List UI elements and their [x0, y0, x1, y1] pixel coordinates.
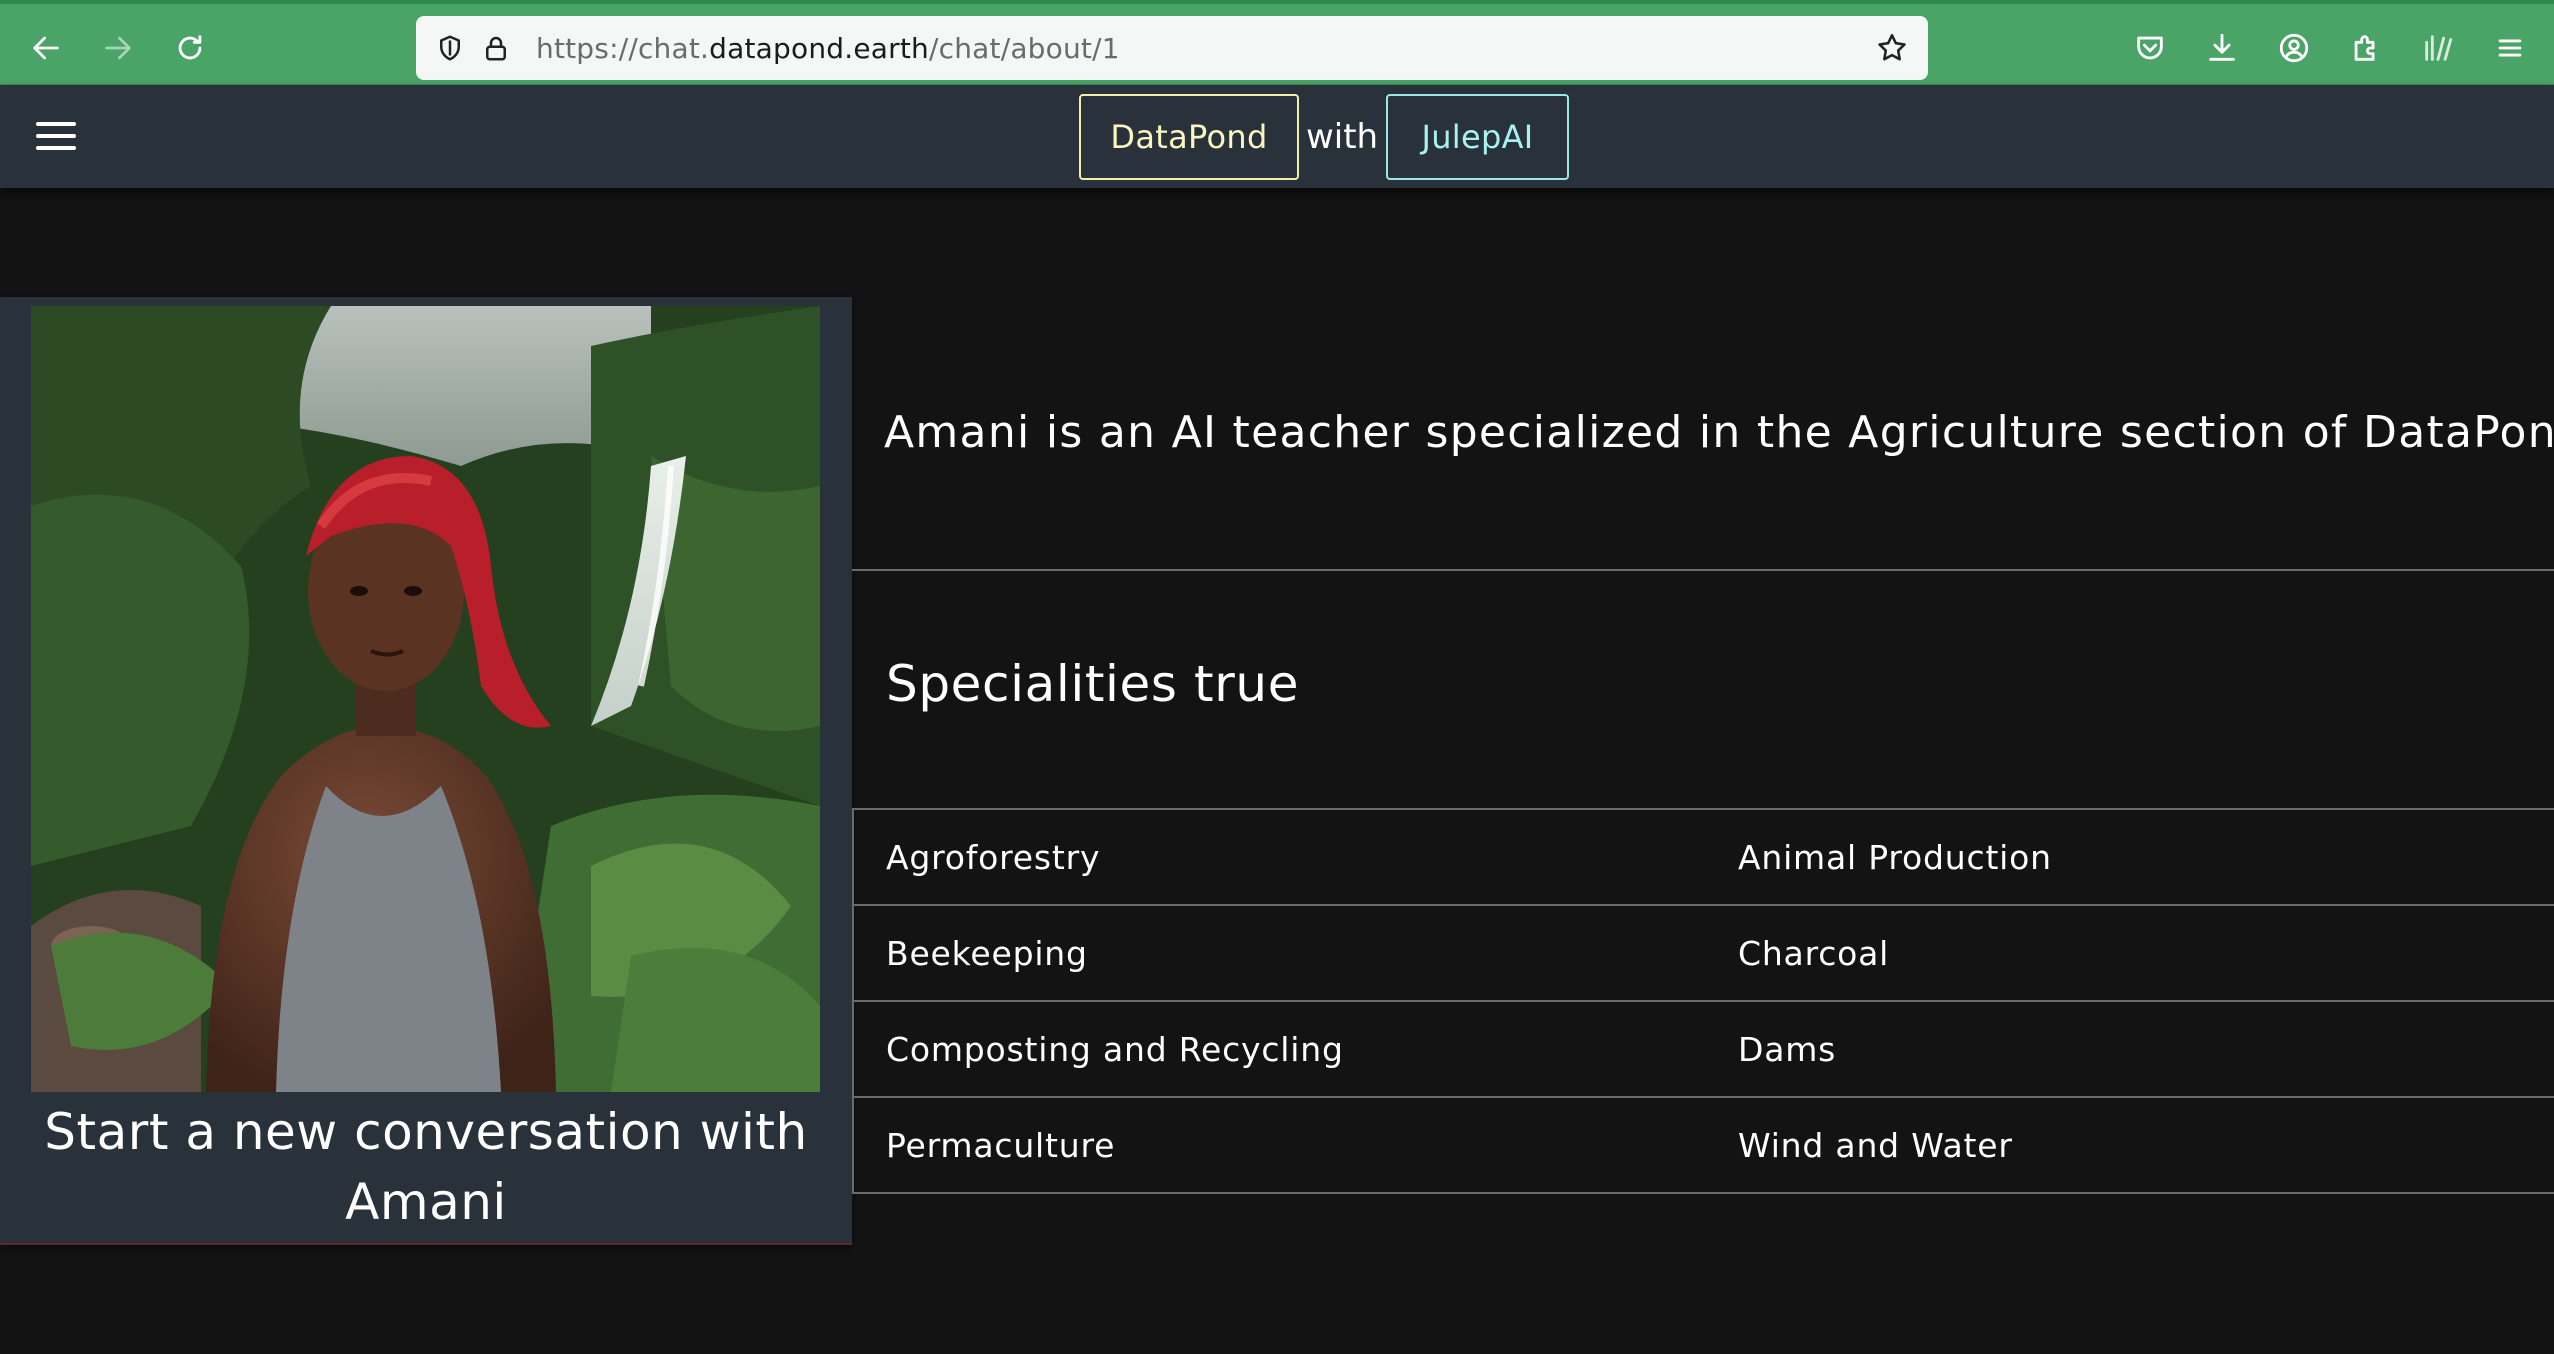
specialities-table: Agroforestry Animal Production Beekeepin…: [852, 808, 2554, 1194]
puzzle-icon: [2354, 35, 2375, 61]
downloads-button[interactable]: [2194, 20, 2250, 76]
speciality-cell: Dams: [1738, 1029, 1837, 1069]
portrait-image: [31, 306, 820, 1092]
speciality-cell: Charcoal: [1738, 933, 1890, 973]
app-header: DataPond with JulepAI: [0, 85, 2554, 188]
library-icon: [2425, 35, 2453, 61]
url-host: datapond.earth: [709, 31, 929, 65]
app-menu-button[interactable]: [2482, 20, 2538, 76]
profile-card[interactable]: Start a new conversation with Amani: [0, 297, 852, 1245]
star-icon: [1878, 33, 1906, 61]
bookmark-star-button[interactable]: [1870, 26, 1914, 70]
table-row: Permaculture Wind and Water: [854, 1098, 2554, 1194]
teacher-description: Amani is an AI teacher specialized in th…: [884, 407, 2554, 458]
speciality-cell: Wind and Water: [1738, 1125, 2013, 1165]
hamburger-menu-icon[interactable]: [30, 113, 82, 159]
reload-button[interactable]: [162, 20, 218, 76]
url-bar[interactable]: https://chat.datapond.earth/chat/about/1: [416, 16, 1928, 80]
menu-icon: [2498, 39, 2522, 57]
start-conversation-line-2: Amani: [345, 1173, 507, 1231]
account-button[interactable]: [2266, 20, 2322, 76]
pocket-button[interactable]: [2122, 20, 2178, 76]
start-conversation-line-1: Start a new conversation with: [44, 1103, 808, 1161]
back-button[interactable]: [18, 20, 74, 76]
speciality-cell: Permaculture: [886, 1125, 1116, 1165]
lock-icon[interactable]: [476, 28, 516, 68]
url-prefix: https://chat.: [536, 31, 710, 65]
pocket-icon: [2137, 36, 2163, 60]
speciality-cell: Composting and Recycling: [886, 1029, 1344, 1069]
download-icon: [2209, 33, 2235, 61]
forward-arrow-icon: [105, 36, 131, 60]
shield-icon[interactable]: [430, 28, 470, 68]
table-row: Agroforestry Animal Production: [854, 810, 2554, 906]
reload-icon: [178, 35, 202, 60]
section-divider: [852, 569, 2554, 571]
start-conversation-link[interactable]: Start a new conversation with Amani: [0, 1097, 852, 1237]
library-button[interactable]: [2410, 20, 2466, 76]
extensions-button[interactable]: [2338, 20, 2394, 76]
table-row: Beekeeping Charcoal: [854, 906, 2554, 1002]
url-text[interactable]: https://chat.datapond.earth/chat/about/1: [536, 32, 1120, 65]
speciality-cell: Beekeeping: [886, 933, 1088, 973]
julepai-brand-button[interactable]: JulepAI: [1386, 94, 1569, 180]
brand-connector: with: [1305, 117, 1379, 157]
back-arrow-icon: [33, 36, 59, 60]
specialities-heading: Specialities true: [886, 655, 1300, 713]
table-row: Composting and Recycling Dams: [854, 1002, 2554, 1098]
speciality-cell: Animal Production: [1738, 837, 2052, 877]
browser-toolbar: https://chat.datapond.earth/chat/about/1: [0, 0, 2554, 85]
speciality-cell: Agroforestry: [886, 837, 1101, 877]
account-icon: [2279, 33, 2309, 63]
datapond-brand-button[interactable]: DataPond: [1079, 94, 1299, 180]
url-path: /chat/about/1: [928, 31, 1120, 65]
forward-button[interactable]: [90, 20, 146, 76]
teacher-portrait[interactable]: [31, 306, 820, 1092]
